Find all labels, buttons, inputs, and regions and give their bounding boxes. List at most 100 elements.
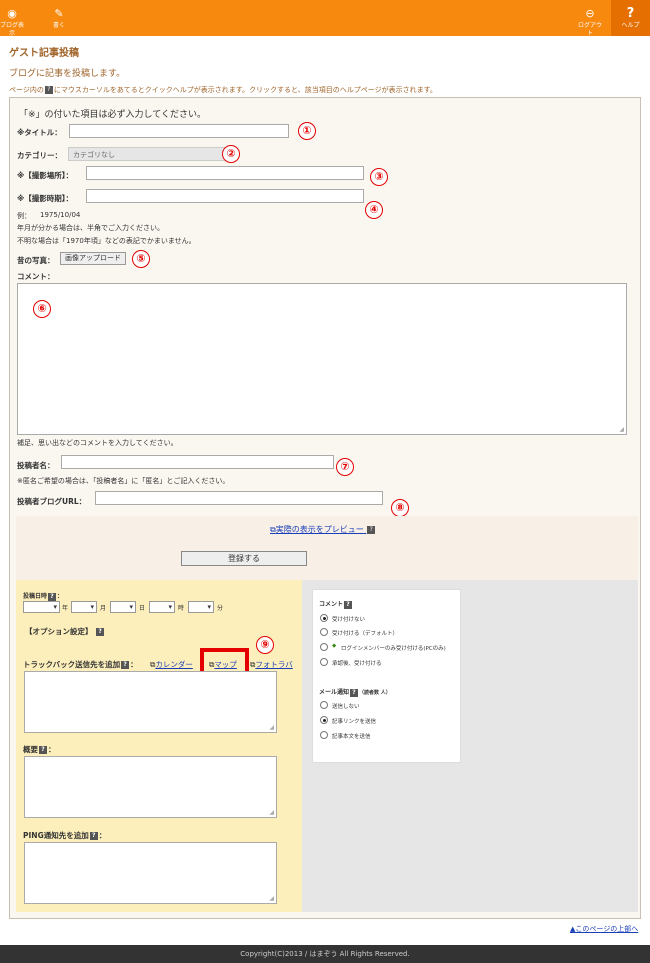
mail-option-0: 送信しない <box>332 704 360 710</box>
example-label: 例： <box>17 212 31 220</box>
marker-4: ④ <box>365 201 383 219</box>
month-unit: 月 <box>100 605 107 612</box>
marker-1: ① <box>298 122 316 140</box>
preview-link[interactable]: ⧉実際の表示をプレビュー ? <box>270 524 376 535</box>
write-button[interactable]: ✎ 書く <box>47 0 71 36</box>
quick-help-icon[interactable]: ? <box>121 661 130 669</box>
help-hint-after: にマウスカーソルをあてるとクイックヘルプが表示されます。クリックすると、該当項目… <box>53 86 437 94</box>
top-bar: ◉ ブログ表示 ✎ 書く ⊖ ログアウト ? ヘルプ <box>0 0 650 38</box>
minute-unit: 分 <box>217 605 224 612</box>
option-settings-title: 【オプション設定】 ? <box>25 626 105 637</box>
option-settings-text: 【オプション設定】 <box>25 627 93 636</box>
marker-7: ⑦ <box>336 458 354 476</box>
preview-link-text[interactable]: 実際の表示をプレビュー <box>276 525 364 534</box>
author-label: 投稿者名： <box>17 461 55 470</box>
category-select[interactable]: カテゴリなし <box>68 147 228 161</box>
resize-grip-icon[interactable]: ◢ <box>269 724 274 731</box>
comment-label: コメント： <box>17 272 55 281</box>
mail-option-1: 記事リンクを送信 <box>332 719 377 725</box>
resize-grip-icon[interactable]: ◢ <box>619 426 624 433</box>
pencil-icon: ✎ <box>54 7 64 20</box>
beginner-mark-icon: ◆ <box>332 643 337 649</box>
submit-button[interactable]: 登録する <box>181 551 307 566</box>
minute-select[interactable] <box>188 601 214 613</box>
ping-label: PING通知先を追加?： <box>23 831 107 840</box>
post-date-label: 投稿日時?： <box>23 592 64 601</box>
mail-radio-1[interactable] <box>320 716 328 724</box>
footer: Copyright(C)2013 / はまぞう All Rights Reser… <box>0 945 650 963</box>
comment-settings-title: コメント? <box>319 599 353 609</box>
comment-settings-text: コメント <box>319 601 344 608</box>
trackback-text: トラックバック送信先を追加 <box>23 660 121 669</box>
blog-url-input[interactable] <box>95 491 383 505</box>
required-note: 「※」の付いた項目は必ず入力してください。 <box>19 110 207 120</box>
place-input[interactable] <box>86 166 364 180</box>
logout-icon: ⊖ <box>585 7 595 20</box>
comment-textarea[interactable]: ◢ <box>17 283 627 435</box>
quick-help-icon[interactable]: ? <box>344 600 353 609</box>
marker-2: ② <box>222 145 240 163</box>
help-hint-before: ページ内の <box>9 86 44 94</box>
marker-9: ⑨ <box>256 636 274 654</box>
ping-textarea[interactable]: ◢ <box>24 842 277 904</box>
quick-help-icon[interactable]: ? <box>96 628 105 636</box>
day-select[interactable] <box>110 601 136 613</box>
comment-note: 補足、思い出などのコメントを入力してください。 <box>17 439 178 447</box>
photo-link-text[interactable]: フォトラバ <box>255 660 292 669</box>
category-label: カテゴリー： <box>17 151 62 160</box>
help-button[interactable]: ? ヘルプ <box>611 0 650 36</box>
month-select[interactable] <box>71 601 97 613</box>
mail-notify-text: メール通知 <box>319 689 350 696</box>
quick-help-icon[interactable]: ? <box>48 592 57 601</box>
comment-radio-0[interactable] <box>320 614 328 622</box>
quick-help-icon[interactable]: ? <box>367 525 376 534</box>
photo-link[interactable]: ⧉フォトラバ <box>250 659 293 670</box>
resize-grip-icon[interactable]: ◢ <box>269 809 274 816</box>
quick-help-icon[interactable]: ? <box>39 746 47 754</box>
back-to-top-link[interactable]: ▲このページの上部へ <box>570 924 638 934</box>
author-note: ※匿名ご希望の場合は、「投稿者名」に「匿名」とご記入ください。 <box>17 477 230 485</box>
author-input[interactable] <box>61 455 334 469</box>
hour-select[interactable] <box>149 601 175 613</box>
question-icon: ? <box>626 6 635 21</box>
logout-button[interactable]: ⊖ ログアウト <box>576 0 604 38</box>
place-label: ※【撮影場所】： <box>17 171 74 180</box>
comment-option-2: ログインメンバーのみ受け付ける(PCのみ) <box>341 646 446 652</box>
quick-help-icon[interactable]: ? <box>89 832 98 840</box>
mail-radio-2[interactable] <box>320 731 328 739</box>
page-title: ゲスト記事投稿 <box>9 48 79 59</box>
comment-radio-1[interactable] <box>320 628 328 636</box>
title-input[interactable] <box>69 124 289 138</box>
day-unit: 日 <box>139 605 146 612</box>
year-select[interactable] <box>23 601 60 613</box>
time-input[interactable] <box>86 189 364 203</box>
comment-radio-2[interactable] <box>320 643 328 651</box>
calendar-link[interactable]: ⧉カレンダー <box>150 659 193 670</box>
resize-grip-icon[interactable]: ◢ <box>269 895 274 902</box>
quick-help-icon[interactable]: ? <box>350 688 359 697</box>
write-label: 書く <box>52 22 65 29</box>
eye-icon: ◉ <box>7 7 17 20</box>
summary-text: 概要 <box>23 745 38 754</box>
example-value: 1975/10/04 <box>40 211 81 219</box>
ping-text: PING通知先を追加 <box>23 831 89 840</box>
comment-option-3: 承認後、受け付ける <box>332 661 382 667</box>
trackback-textarea[interactable]: ◢ <box>24 671 277 733</box>
upload-image-button[interactable]: 画像アップロード <box>60 252 126 265</box>
summary-textarea[interactable]: ◢ <box>24 756 277 818</box>
blog-view-button[interactable]: ◉ ブログ表示 <box>0 0 25 38</box>
comment-radio-3[interactable] <box>320 658 328 666</box>
marker-8: ⑧ <box>391 499 409 517</box>
time-note-2: 不明な場合は「1970年頃」などの表記でかまいません。 <box>17 237 196 245</box>
marker-5: ⑤ <box>132 250 150 268</box>
mail-radio-0[interactable] <box>320 701 328 709</box>
blog-view-label: ブログ表示 <box>0 22 25 37</box>
quick-help-icon: ? <box>44 86 53 94</box>
calendar-link-text[interactable]: カレンダー <box>155 660 193 669</box>
blog-url-label: 投稿者ブログURL： <box>17 497 87 506</box>
marker-6: ⑥ <box>33 300 51 318</box>
post-date-text: 投稿日時 <box>23 593 48 600</box>
mail-option-2: 記事本文を送信 <box>332 734 371 740</box>
title-label: ※タイトル： <box>17 128 62 137</box>
year-unit: 年 <box>62 605 69 612</box>
